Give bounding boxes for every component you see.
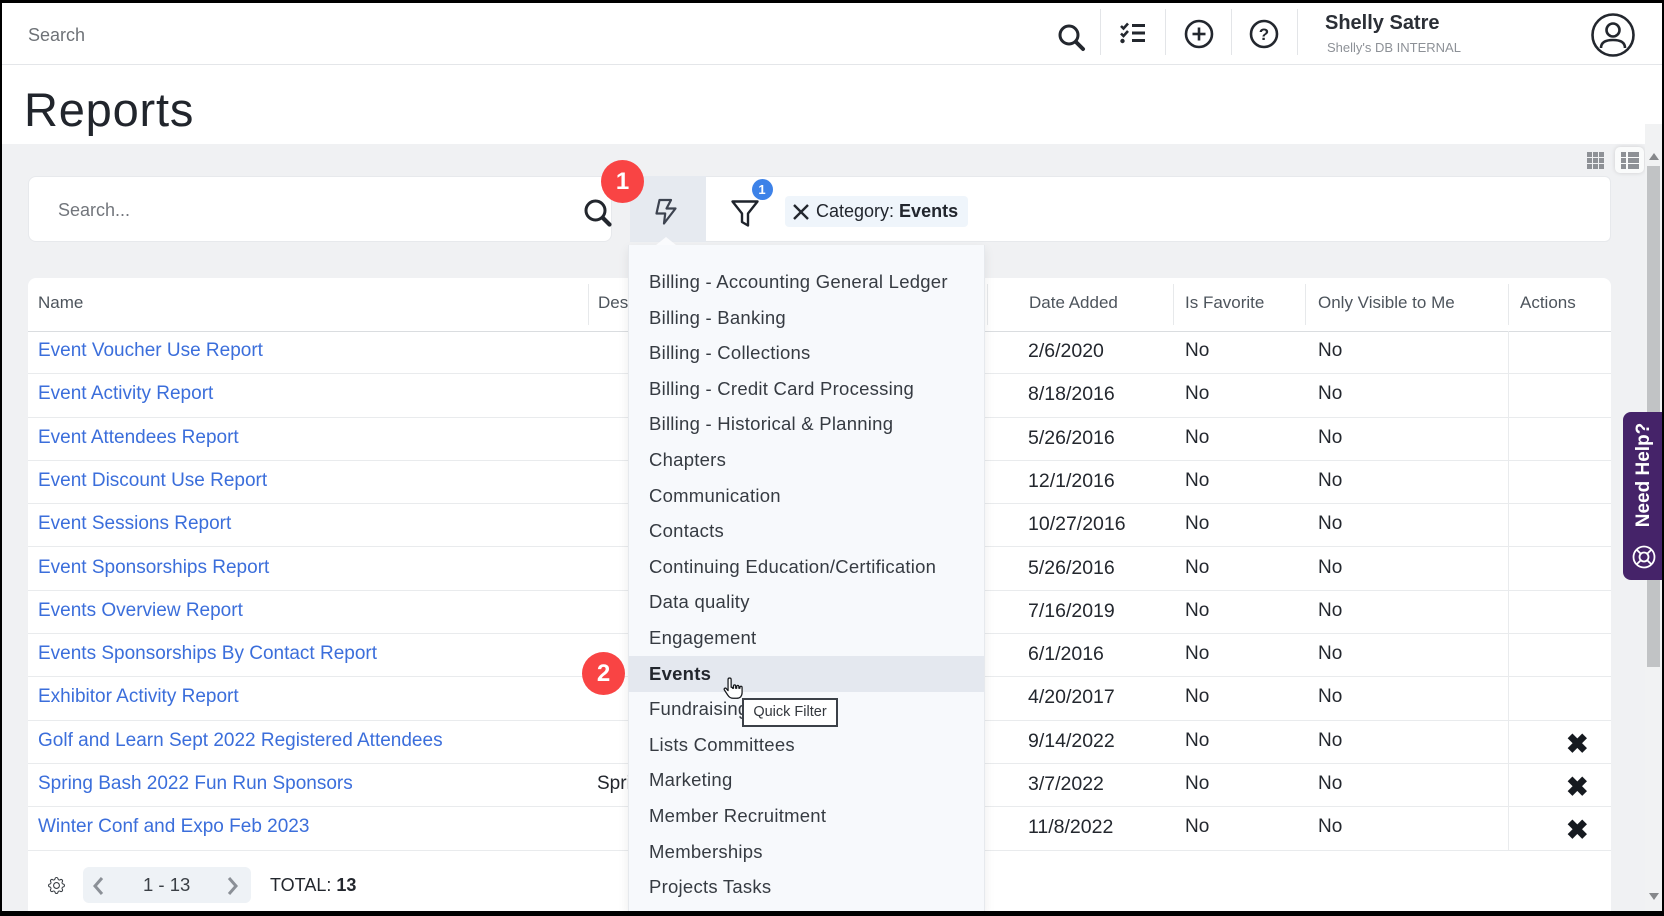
svg-text:?: ? bbox=[1259, 25, 1269, 44]
